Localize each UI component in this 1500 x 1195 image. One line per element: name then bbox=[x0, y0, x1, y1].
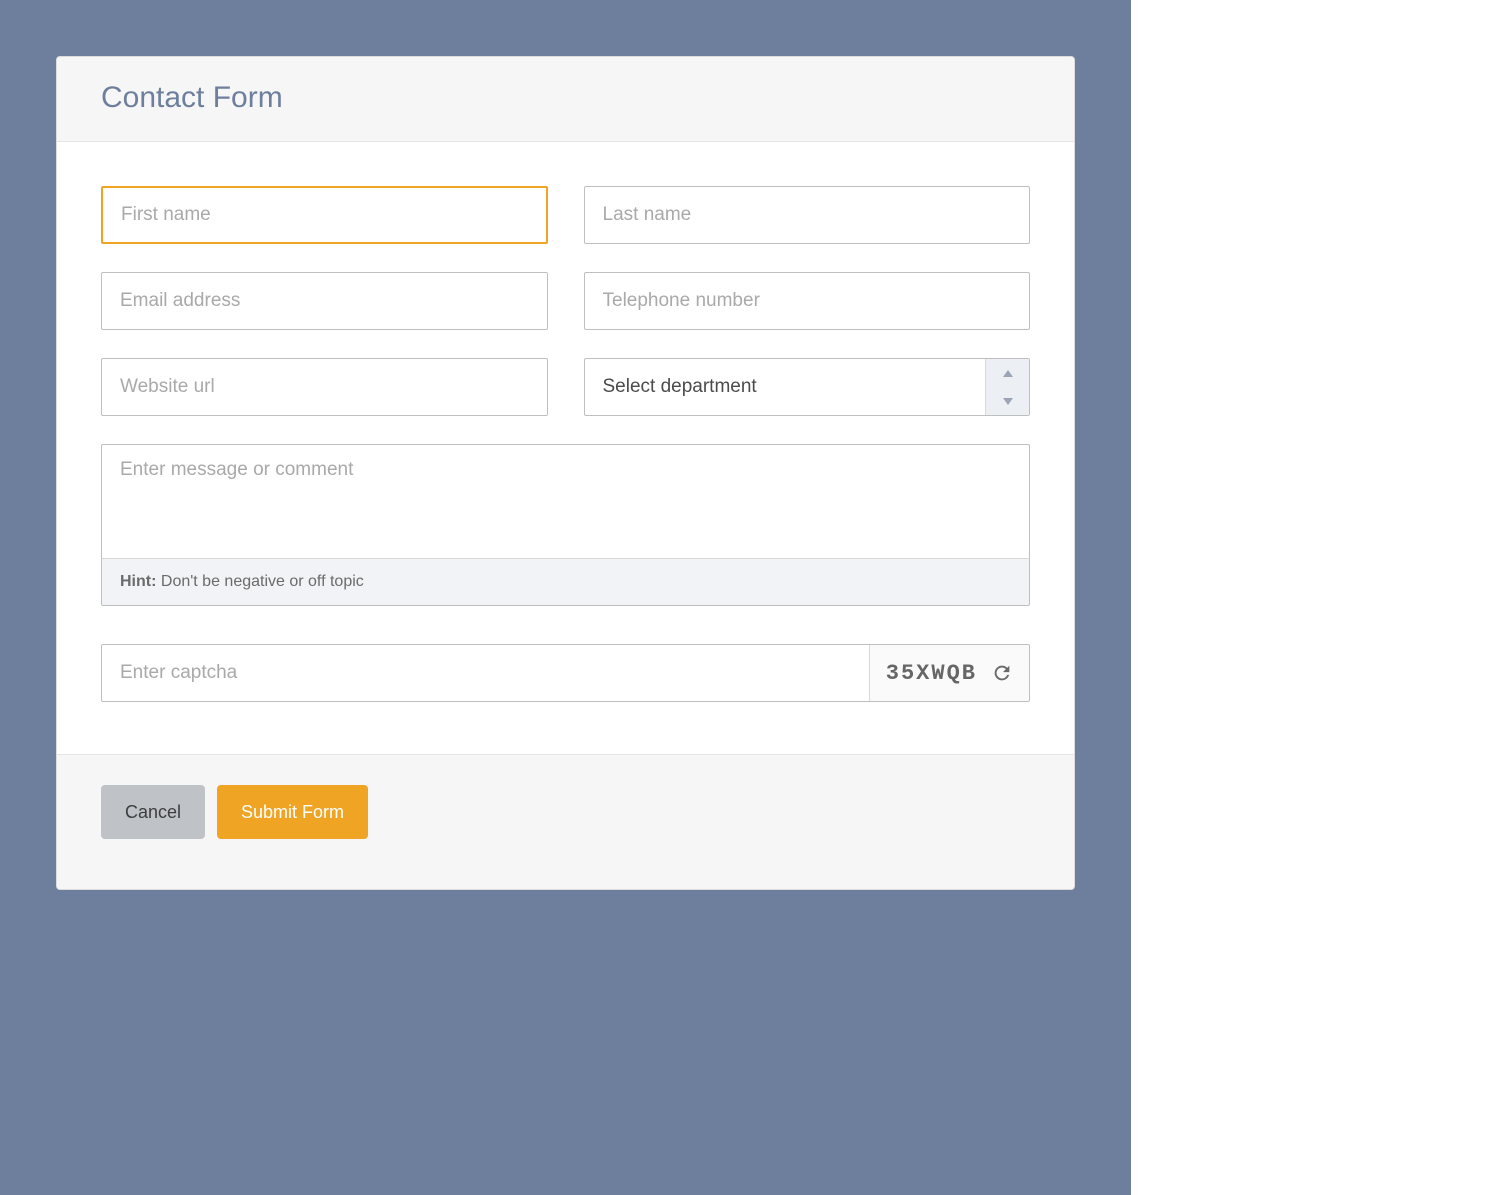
contact-form-panel: Contact Form bbox=[56, 56, 1075, 890]
captcha-group: 35XWQB bbox=[101, 644, 1030, 702]
row-captcha: 35XWQB bbox=[101, 634, 1030, 702]
row-message: Hint: Don't be negative or off topic bbox=[101, 444, 1030, 606]
website-input[interactable] bbox=[101, 358, 548, 416]
row-name bbox=[101, 186, 1030, 244]
department-selected-label: Select department bbox=[603, 376, 757, 398]
submit-button[interactable]: Submit Form bbox=[217, 785, 368, 839]
row-contact bbox=[101, 272, 1030, 330]
hint-box: Hint: Don't be negative or off topic bbox=[101, 558, 1030, 606]
page-background: Contact Form bbox=[0, 0, 1131, 1195]
captcha-input[interactable] bbox=[102, 645, 869, 701]
select-stepper[interactable] bbox=[985, 359, 1029, 415]
last-name-input[interactable] bbox=[584, 186, 1031, 244]
chevron-up-icon[interactable] bbox=[986, 359, 1029, 387]
panel-footer: Cancel Submit Form bbox=[57, 754, 1074, 889]
phone-input[interactable] bbox=[584, 272, 1031, 330]
hint-text: Don't be negative or off topic bbox=[156, 573, 363, 590]
captcha-code: 35XWQB bbox=[886, 661, 977, 686]
first-name-input[interactable] bbox=[101, 186, 548, 244]
hint-label: Hint: bbox=[120, 573, 156, 590]
panel-title: Contact Form bbox=[101, 81, 1030, 115]
email-input[interactable] bbox=[101, 272, 548, 330]
refresh-icon[interactable] bbox=[991, 662, 1013, 684]
row-web-dept: Select department bbox=[101, 358, 1030, 416]
panel-body: Select department Hint: Don't be negativ… bbox=[57, 142, 1074, 754]
message-textarea[interactable] bbox=[101, 444, 1030, 558]
captcha-addon: 35XWQB bbox=[869, 645, 1029, 701]
chevron-down-icon[interactable] bbox=[986, 387, 1029, 415]
department-select[interactable]: Select department bbox=[584, 358, 1031, 416]
cancel-button[interactable]: Cancel bbox=[101, 785, 205, 839]
panel-header: Contact Form bbox=[57, 57, 1074, 142]
